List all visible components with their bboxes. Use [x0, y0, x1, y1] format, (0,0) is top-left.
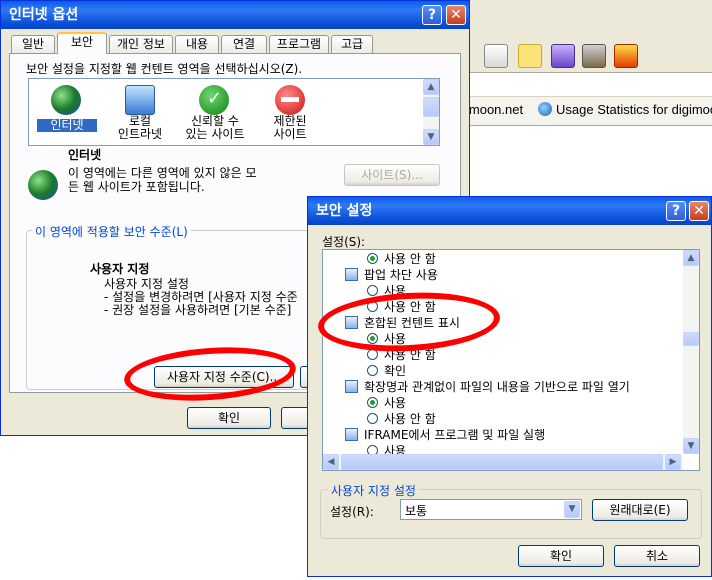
- setting-label: 확인: [384, 364, 407, 378]
- scroll-thumb[interactable]: [683, 332, 699, 346]
- check-icon: ✓: [199, 85, 229, 115]
- scroll-up-icon[interactable]: ▲: [423, 79, 439, 95]
- chevron-down-icon[interactable]: ▼: [564, 501, 580, 518]
- link-imoon[interactable]: imoon.net: [466, 102, 523, 117]
- security-level-label: 이 영역에 적용할 보안 수준(L): [32, 223, 191, 240]
- globe-icon: [51, 85, 81, 115]
- zone-description: 이 영역에는 다른 영역에 있지 않은 모 든 웹 사이트가 포함됩니다.: [68, 166, 257, 194]
- settings-hscrollbar[interactable]: ◀ ▶: [323, 454, 683, 470]
- ok-button[interactable]: 확인: [518, 545, 604, 567]
- zone-restricted-sites[interactable]: 제한된 사이트: [257, 115, 323, 141]
- setting-label: IFRAME에서 프로그램 및 파일 실행: [364, 428, 546, 442]
- settings-tree[interactable]: 사용 안 함 팝업 차단 사용 사용 사용 안 함 혼합된 컨텐트 표시 사용 사용 안 함…: [322, 249, 700, 471]
- radio-button[interactable]: [367, 285, 378, 296]
- radio-button[interactable]: [367, 397, 378, 408]
- setting-label: 사용 안 함: [384, 412, 436, 426]
- level-line: - 권장 설정을 사용하려면 [기본 수준]: [104, 303, 292, 317]
- close-icon[interactable]: ✕: [446, 5, 466, 25]
- setting-heading[interactable]: 팝업 차단 사용: [345, 268, 438, 282]
- setting-label: 팝업 차단 사용: [364, 268, 438, 282]
- scroll-up-icon[interactable]: ▲: [683, 250, 699, 266]
- reset-button[interactable]: 원래대로(E): [592, 499, 688, 521]
- link-usage-statistics[interactable]: Usage Statistics for digimoo: [538, 102, 712, 117]
- close-icon[interactable]: ✕: [689, 201, 709, 221]
- ok-button[interactable]: 확인: [187, 407, 271, 429]
- radio-button[interactable]: [367, 365, 378, 376]
- setting-heading[interactable]: IFRAME에서 프로그램 및 파일 실행: [345, 428, 545, 442]
- help-button[interactable]: ?: [422, 5, 442, 25]
- level-description: 사용자 지정 설정 - 설정을 변경하려면 [사용자 지정 수준 - 권장 설정…: [104, 278, 298, 317]
- reset-label: 설정(R):: [330, 505, 374, 519]
- tab-connections[interactable]: 연결: [221, 35, 267, 53]
- zone-local-intranet[interactable]: 로컬 인트라넷: [107, 115, 173, 141]
- help-button[interactable]: ?: [666, 201, 686, 221]
- setting-icon[interactable]: [345, 380, 358, 393]
- edit-icon[interactable]: [551, 44, 575, 68]
- scroll-thumb[interactable]: [423, 97, 439, 117]
- security-title: 보안 설정: [316, 203, 373, 219]
- zone-list[interactable]: 인터넷 로컬 인트라넷 ✓ 신뢰할 수 있는 사이트 제한된 사이트 ▲ ▼: [28, 78, 440, 146]
- settings-vscrollbar[interactable]: ▲ ▼: [683, 250, 699, 454]
- setting-option[interactable]: 사용: [367, 396, 406, 410]
- setting-icon[interactable]: [345, 428, 358, 441]
- mail-icon[interactable]: [484, 44, 508, 68]
- radio-button[interactable]: [367, 413, 378, 424]
- tab-general[interactable]: 일반: [11, 35, 55, 53]
- setting-option[interactable]: 확인: [367, 364, 406, 378]
- computer-icon: [125, 85, 155, 115]
- radio-button[interactable]: [367, 253, 378, 264]
- setting-label: 확장명과 관계없이 파일의 내용을 기반으로 파일 열기: [364, 380, 630, 394]
- setting-icon[interactable]: [345, 268, 358, 281]
- scroll-thumb[interactable]: [341, 454, 663, 470]
- tab-programs[interactable]: 프로그램: [269, 35, 329, 53]
- scroll-down-icon[interactable]: ▼: [683, 438, 699, 454]
- zone-instruction: 보안 설정을 지정할 웹 컨텐트 영역을 선택하십시오(Z).: [26, 62, 303, 76]
- link-usage-label: Usage Statistics for digimoo: [556, 102, 712, 117]
- scroll-left-icon[interactable]: ◀: [323, 454, 339, 470]
- security-settings-dialog: 보안 설정 ? ✕ 설정(S): 사용 안 함 팝업 차단 사용 사용 사용 안 함혼…: [307, 196, 712, 577]
- security-titlebar[interactable]: 보안 설정: [308, 197, 711, 225]
- tab-advanced[interactable]: 고급: [331, 35, 373, 53]
- settings-label: 설정(S):: [322, 235, 366, 249]
- download-icon[interactable]: [614, 44, 638, 68]
- reset-level-select[interactable]: 보통 ▼: [400, 499, 582, 520]
- tab-security[interactable]: 보안: [57, 32, 107, 54]
- setting-option[interactable]: 사용 안 함: [367, 252, 436, 266]
- setting-heading[interactable]: 확장명과 관계없이 파일의 내용을 기반으로 파일 열기: [345, 380, 630, 394]
- setting-label: 사용: [384, 396, 407, 410]
- setting-option[interactable]: 사용 안 함: [367, 412, 436, 426]
- globe-icon: [28, 170, 58, 200]
- scroll-down-icon[interactable]: ▼: [423, 129, 439, 145]
- zone-trusted-sites[interactable]: 신뢰할 수 있는 사이트: [179, 115, 251, 141]
- zone-list-scrollbar[interactable]: ▲ ▼: [423, 79, 439, 145]
- setting-label: 사용 안 함: [384, 252, 436, 266]
- sites-button[interactable]: 사이트(S)...: [344, 164, 440, 186]
- note-icon[interactable]: [518, 44, 542, 68]
- zone-internet[interactable]: 인터넷: [37, 119, 97, 132]
- ie-page-icon: [538, 102, 552, 116]
- options-title: 인터넷 옵션: [9, 7, 79, 23]
- level-title: 사용자 지정: [90, 262, 150, 276]
- no-entry-icon: [275, 85, 305, 115]
- tab-privacy[interactable]: 개인 정보: [109, 35, 173, 53]
- zone-name: 인터넷: [68, 148, 102, 162]
- options-titlebar[interactable]: 인터넷 옵션: [1, 1, 469, 29]
- cancel-button[interactable]: 취소: [614, 545, 700, 567]
- research-icon[interactable]: [582, 44, 606, 68]
- tab-content[interactable]: 내용: [175, 35, 219, 53]
- scroll-right-icon[interactable]: ▶: [665, 454, 681, 470]
- reset-level-value: 보통: [405, 504, 428, 518]
- custom-settings-label: 사용자 지정 설정: [328, 482, 419, 499]
